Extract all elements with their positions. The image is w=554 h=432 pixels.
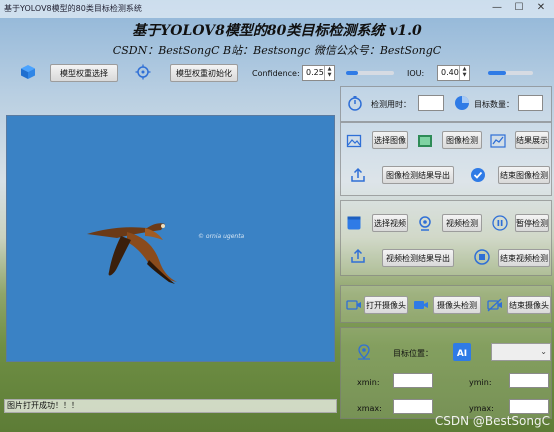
- target-icon: [135, 64, 151, 80]
- stats-panel: 检测用时： 目标数量：: [340, 86, 552, 122]
- pause-detect-button[interactable]: 暂停检测: [515, 214, 549, 232]
- time-value-field: [418, 95, 444, 111]
- xmin-field: [393, 373, 433, 388]
- camera-detect-button[interactable]: 摄像头检测: [433, 296, 481, 314]
- csdn-watermark: CSDN @BestSongC: [434, 414, 550, 428]
- check-circle-icon: [471, 168, 485, 182]
- video-camera-icon: [414, 301, 428, 309]
- iou-label: IOU:: [407, 69, 425, 78]
- detect-video-button[interactable]: 视频检测: [442, 214, 482, 232]
- close-button[interactable]: ✕: [534, 2, 548, 14]
- ymin-label: ymin:: [469, 378, 492, 387]
- end-camera-button[interactable]: 结束摄像头: [507, 296, 551, 314]
- count-label: 目标数量：: [474, 100, 514, 109]
- show-result-button[interactable]: 结果展示: [515, 131, 549, 149]
- location-pin-icon: [358, 344, 370, 360]
- open-camera-button[interactable]: 打开摄像头: [364, 296, 408, 314]
- video-file-icon: [347, 216, 361, 230]
- image-icon: [346, 134, 362, 148]
- upload-icon: [351, 248, 365, 263]
- maximize-button[interactable]: ☐: [512, 2, 526, 14]
- photo-credit: © ornia ugenta: [198, 233, 245, 240]
- pie-chart-icon: [455, 96, 469, 110]
- time-label: 检测用时：: [371, 100, 411, 109]
- export-image-result-button[interactable]: 图像检测结果导出: [382, 166, 454, 184]
- line-chart-icon: [490, 134, 506, 148]
- camera-panel: 打开摄像头 摄像头检测 结束摄像头: [340, 285, 552, 323]
- cube-icon: [21, 65, 35, 79]
- status-bar: 图片打开成功！！！: [4, 399, 337, 413]
- count-value-field: [518, 95, 543, 111]
- iou-slider-fill: [488, 71, 506, 75]
- iou-spinbox[interactable]: 0.40 ▲ ▼: [437, 65, 470, 81]
- confidence-spinbox[interactable]: 0.25 ▲ ▼: [302, 65, 335, 81]
- camera-icon: [346, 300, 361, 310]
- chevron-down-icon: ⌄: [540, 347, 547, 356]
- iou-slider[interactable]: [488, 71, 533, 75]
- image-detect-icon: [418, 135, 432, 147]
- bird-image: [87, 223, 177, 284]
- minimize-button[interactable]: —: [490, 2, 504, 14]
- window-titlebar: 基于YOLOV8模型的80类目标检测系统 — ☐ ✕: [0, 0, 554, 18]
- timer-icon: [348, 96, 362, 111]
- pause-icon: [492, 215, 508, 231]
- detect-image-button[interactable]: 图像检测: [442, 131, 482, 149]
- select-weights-button[interactable]: 模型权重选择: [50, 64, 118, 82]
- target-select[interactable]: ⌄: [491, 343, 551, 361]
- window-title: 基于YOLOV8模型的80类目标检测系统: [4, 4, 142, 13]
- video-panel: 选择视频 视频检测 暂停检测 视频检测结果导出 结束视频检测: [340, 200, 552, 276]
- page-subtitle: CSDN：BestSongC B站：Bestsongc 微信公众号：BestSo…: [112, 44, 442, 57]
- svg-text:AI: AI: [457, 349, 467, 359]
- init-weights-button[interactable]: 模型权重初始化: [170, 64, 238, 82]
- spin-arrows-icon[interactable]: ▲ ▼: [324, 66, 334, 80]
- end-video-detect-button[interactable]: 结束视频检测: [498, 249, 550, 267]
- export-video-result-button[interactable]: 视频检测结果导出: [382, 249, 454, 267]
- ai-icon: AI: [453, 343, 471, 361]
- select-image-button[interactable]: 选择图像: [372, 131, 408, 149]
- image-display: [6, 115, 335, 362]
- iou-value: 0.40: [441, 68, 459, 77]
- xmax-field: [393, 399, 433, 414]
- xmax-label: xmax:: [357, 404, 382, 413]
- image-panel: 选择图像 图像检测 结果展示 图像检测结果导出 结束图像检测: [340, 122, 552, 196]
- end-image-detect-button[interactable]: 结束图像检测: [498, 166, 550, 184]
- confidence-value: 0.25: [306, 68, 324, 77]
- xmin-label: xmin:: [357, 378, 380, 387]
- target-position-label: 目标位置：: [393, 349, 433, 358]
- ymax-label: ymax:: [469, 404, 494, 413]
- target-panel: 目标位置： AI ⌄ xmin: ymin: xmax: ymax:: [340, 327, 552, 419]
- webcam-icon: [419, 216, 431, 231]
- select-video-button[interactable]: 选择视频: [372, 214, 408, 232]
- confidence-slider[interactable]: [346, 71, 394, 75]
- stop-icon: [474, 249, 490, 265]
- ymin-field: [509, 373, 549, 388]
- ymax-field: [509, 399, 549, 414]
- spin-arrows-icon[interactable]: ▲ ▼: [459, 66, 469, 80]
- confidence-slider-fill: [346, 71, 358, 75]
- page-title: 基于YOLOV8模型的80类目标检测系统 v1.0: [132, 23, 422, 39]
- confidence-label: Confidence:: [252, 69, 300, 78]
- camera-off-icon: [487, 298, 502, 312]
- upload-icon: [351, 167, 365, 182]
